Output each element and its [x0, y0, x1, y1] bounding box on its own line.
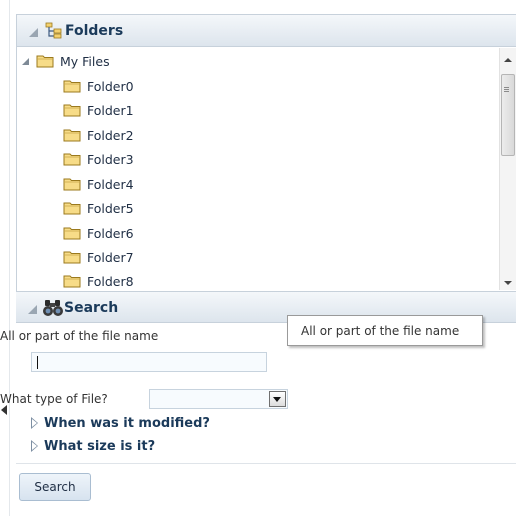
scrollbar-grip-icon	[504, 87, 509, 88]
tree-item-folder5[interactable]: Folder5	[63, 198, 134, 218]
tree-item-label: Folder4	[87, 176, 134, 192]
filename-tooltip: All or part of the file name	[287, 315, 486, 349]
search-panel: Search All or part of the file name All …	[0, 291, 516, 516]
filename-input[interactable]	[31, 352, 267, 372]
tree-item-label: Folder0	[87, 78, 134, 94]
tree-item-label: Folder3	[87, 151, 134, 167]
tooltip-body: All or part of the file name	[287, 315, 483, 346]
folders-panel: Folders My Files Folder0 Folder1 Folder2…	[16, 14, 516, 291]
folder-icon	[36, 55, 54, 68]
tree-item-label: Folder1	[87, 102, 134, 118]
folder-tree-icon	[45, 22, 62, 39]
binoculars-icon	[43, 300, 63, 316]
search-button[interactable]: Search	[19, 473, 91, 501]
filename-label: All or part of the file name	[0, 329, 159, 343]
scroll-down-arrow-icon[interactable]	[504, 281, 512, 285]
folder-icon	[63, 227, 81, 240]
folder-icon	[63, 104, 81, 117]
search-divider	[16, 463, 516, 464]
tree-item-folder2[interactable]: Folder2	[63, 125, 134, 145]
folder-icon	[63, 178, 81, 191]
text-caret	[37, 356, 38, 369]
tree-item-folder1[interactable]: Folder1	[63, 100, 134, 120]
folder-icon	[63, 80, 81, 93]
expand-triangle-icon[interactable]	[31, 440, 38, 452]
tree-item-label: Folder7	[87, 249, 134, 265]
tree-item-folder6[interactable]: Folder6	[63, 223, 134, 243]
folder-tree: My Files Folder0 Folder1 Folder2 Folder3…	[17, 48, 499, 290]
tree-item-label: Folder2	[87, 127, 134, 143]
folder-icon	[63, 153, 81, 166]
tree-item-folder4[interactable]: Folder4	[63, 174, 134, 194]
tree-item-folder8[interactable]: Folder8	[63, 271, 134, 290]
folder-icon	[63, 202, 81, 215]
collapse-triangle-icon[interactable]	[28, 305, 37, 314]
file-type-select[interactable]	[149, 389, 288, 409]
tree-expander-icon[interactable]	[22, 57, 29, 65]
folder-icon	[63, 129, 81, 142]
folders-panel-title: Folders	[65, 23, 124, 39]
file-type-label: What type of File?	[0, 392, 108, 406]
tree-item-label: Folder6	[87, 225, 134, 241]
tree-item-folder0[interactable]: Folder0	[63, 76, 134, 96]
expand-triangle-icon[interactable]	[31, 417, 38, 429]
when-modified-disclosure[interactable]: When was it modified?	[31, 414, 210, 432]
tree-item-my-files[interactable]: My Files	[22, 51, 110, 71]
when-modified-label: When was it modified?	[44, 415, 210, 431]
size-label: What size is it?	[44, 438, 156, 454]
folder-icon	[63, 251, 81, 264]
tree-scrollbar[interactable]	[499, 48, 516, 290]
dropdown-button[interactable]	[269, 391, 286, 407]
tree-item-label: Folder8	[87, 273, 134, 289]
folders-panel-header[interactable]: Folders	[17, 15, 516, 47]
size-disclosure[interactable]: What size is it?	[31, 437, 155, 455]
folder-icon	[63, 275, 81, 288]
tree-item-label: Folder5	[87, 200, 134, 216]
scroll-up-arrow-icon[interactable]	[504, 58, 512, 62]
tree-item-label: My Files	[60, 53, 110, 69]
tree-item-folder7[interactable]: Folder7	[63, 247, 134, 267]
chevron-down-icon	[273, 397, 281, 402]
collapse-triangle-icon[interactable]	[29, 28, 38, 37]
search-panel-title: Search	[64, 300, 119, 316]
tree-item-folder3[interactable]: Folder3	[63, 149, 134, 169]
tooltip-text: All or part of the file name	[301, 324, 460, 338]
